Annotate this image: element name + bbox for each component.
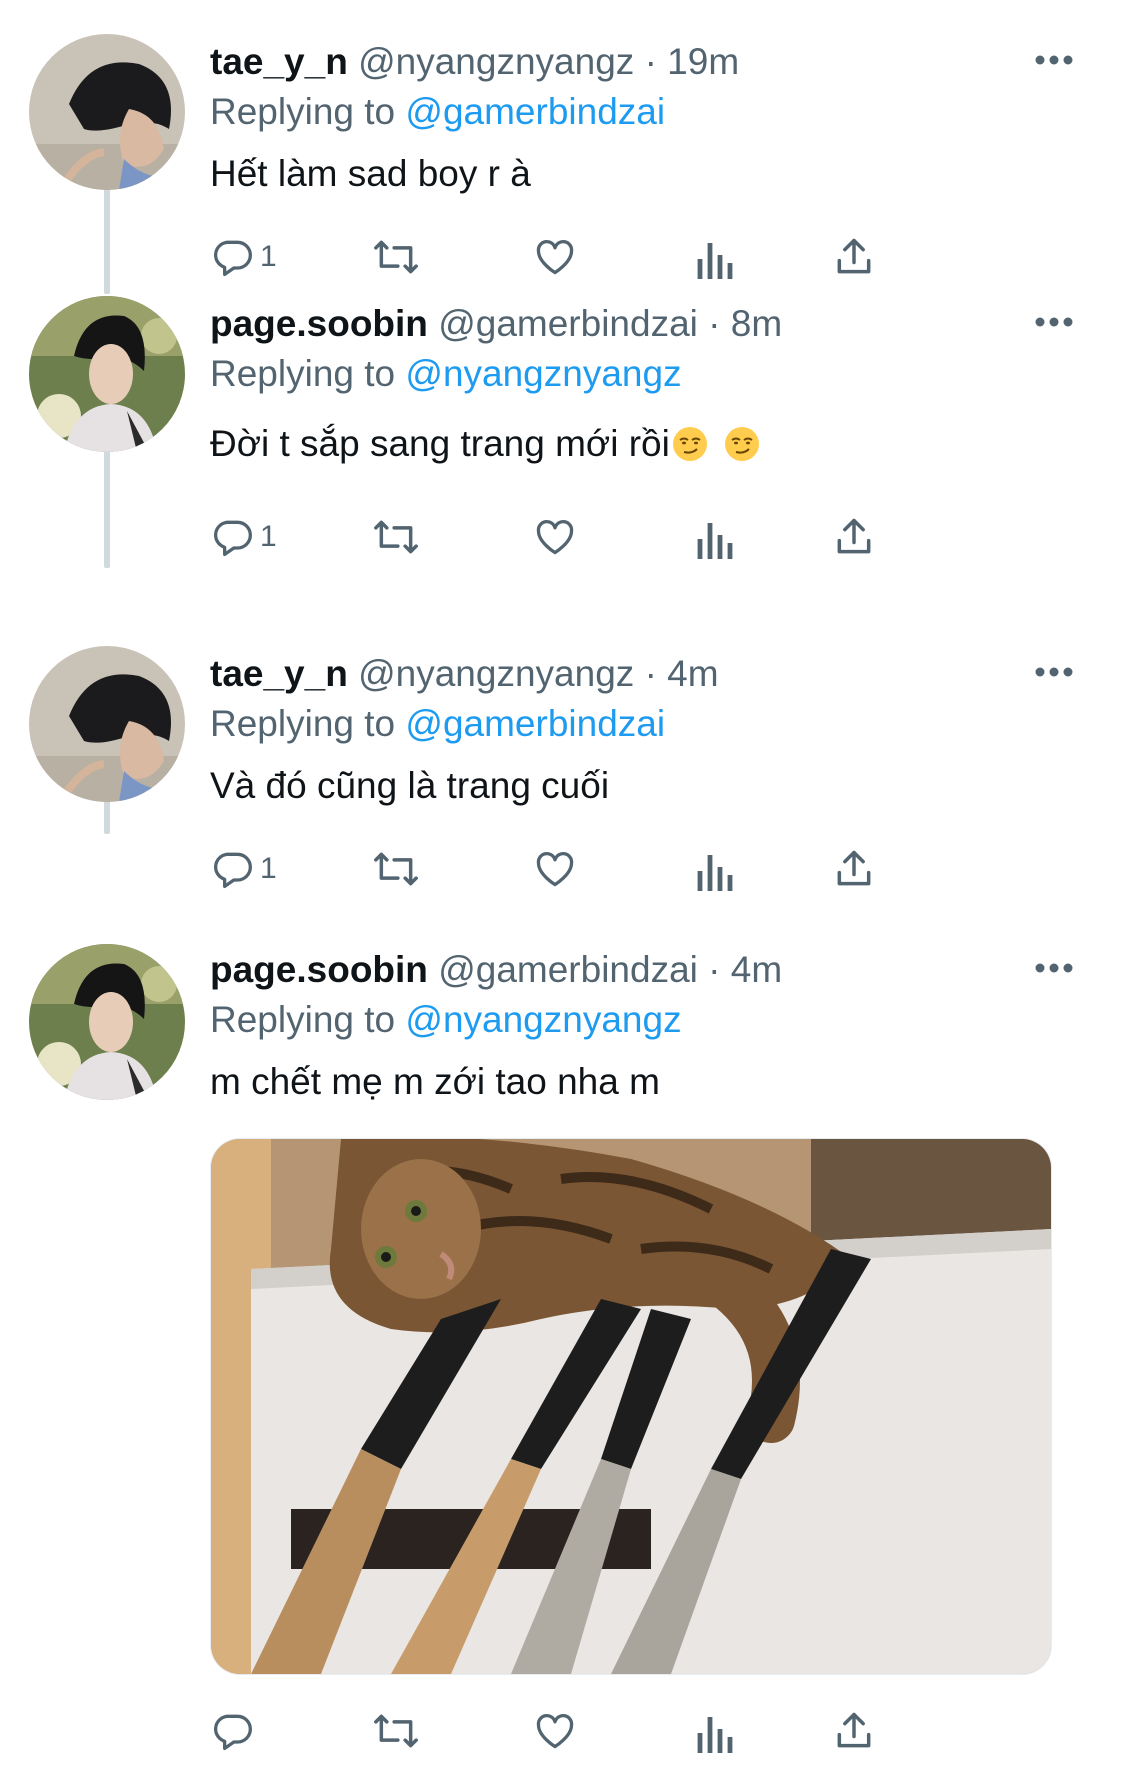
like-heart-icon — [536, 519, 574, 555]
reply-count: 1 — [260, 520, 277, 553]
more-dots-icon[interactable] — [1034, 664, 1074, 680]
retweet-button[interactable] — [370, 512, 422, 562]
like-heart-icon — [536, 851, 574, 887]
reply-icon — [214, 520, 252, 557]
user-handle[interactable]: @gamerbindzai — [438, 949, 698, 990]
analytics-button[interactable] — [696, 844, 736, 894]
replying-to-link[interactable]: @gamerbindzai — [405, 91, 665, 132]
separator-dot: · — [708, 949, 721, 990]
timestamp[interactable]: 4m — [731, 949, 782, 990]
user-handle[interactable]: @gamerbindzai — [438, 303, 698, 344]
user-handle[interactable]: @nyangznyangz — [358, 41, 634, 82]
tweet-media-image[interactable] — [210, 1138, 1052, 1675]
like-button[interactable] — [532, 844, 578, 894]
tweet-actions — [210, 1706, 1010, 1756]
tweet-actions: 1 — [210, 512, 1010, 562]
reply-button[interactable]: 1 — [210, 512, 277, 562]
tweet-header: tae_y_n @nyangznyangz · 19m — [210, 38, 739, 86]
tweet-header: page.soobin @gamerbindzai · 4m — [210, 946, 782, 994]
share-upload-icon — [837, 1712, 871, 1748]
share-upload-icon — [837, 518, 871, 554]
tweet-text: m chết mẹ m zới tao nha m — [210, 1061, 660, 1102]
smirking-face-emoji — [725, 427, 760, 461]
replying-to-line: Replying to @gamerbindzai — [210, 700, 665, 748]
retweet-button[interactable] — [370, 844, 422, 894]
tweet[interactable]: tae_y_n @nyangznyangz · 19m Replying to … — [0, 0, 1125, 280]
display-name[interactable]: page.soobin — [210, 303, 428, 344]
analytics-bars-icon — [697, 523, 733, 559]
reply-thread: tae_y_n @nyangznyangz · 19m Replying to … — [0, 0, 1125, 1780]
retweet-button[interactable] — [370, 1706, 422, 1756]
analytics-bars-icon — [697, 1717, 733, 1753]
replying-prefix: Replying to — [210, 353, 396, 394]
replying-prefix: Replying to — [210, 703, 396, 744]
tweet-text: Và đó cũng là trang cuối — [210, 765, 610, 806]
like-button[interactable] — [532, 512, 578, 562]
share-button[interactable] — [832, 844, 876, 894]
separator-dot: · — [708, 303, 721, 344]
replying-to-line: Replying to @gamerbindzai — [210, 88, 665, 136]
replying-to-line: Replying to @nyangznyangz — [210, 996, 682, 1044]
replying-prefix: Replying to — [210, 999, 396, 1040]
user-handle[interactable]: @nyangznyangz — [358, 653, 634, 694]
tweet-text-line: Đời t sắp sang trang mới rồi — [210, 420, 760, 468]
analytics-button[interactable] — [696, 512, 736, 562]
tweet-text: Hết làm sad boy r à — [210, 153, 531, 194]
replying-to-link[interactable]: @gamerbindzai — [405, 703, 665, 744]
cat-knives-photo — [211, 1139, 1051, 1674]
replying-to-link[interactable]: @nyangznyangz — [405, 999, 681, 1040]
like-button[interactable] — [532, 1706, 578, 1756]
reply-count: 1 — [260, 852, 277, 885]
tweet-header: page.soobin @gamerbindzai · 8m — [210, 300, 782, 348]
more-dots-icon[interactable] — [1034, 52, 1074, 68]
separator-dot: · — [644, 653, 657, 694]
analytics-button[interactable] — [696, 1706, 736, 1756]
smirking-face-emoji — [672, 427, 707, 461]
replying-prefix: Replying to — [210, 91, 396, 132]
more-dots-icon[interactable] — [1034, 314, 1074, 330]
share-button[interactable] — [832, 1706, 876, 1756]
timestamp[interactable]: 4m — [667, 653, 718, 694]
like-heart-icon — [536, 1713, 574, 1749]
tweet-text: Đời t sắp sang trang mới rồi — [210, 423, 670, 464]
timestamp[interactable]: 19m — [667, 41, 739, 82]
display-name[interactable]: tae_y_n — [210, 41, 348, 82]
tweet[interactable]: tae_y_n @nyangznyangz · 4m Replying to @… — [0, 576, 1125, 891]
reply-button[interactable]: 1 — [210, 844, 277, 894]
reply-button[interactable] — [210, 1706, 260, 1756]
avatar[interactable] — [29, 944, 185, 1100]
separator-dot: · — [644, 41, 657, 82]
share-upload-icon — [837, 850, 871, 886]
tweet[interactable]: page.soobin @gamerbindzai · 8m Replying … — [0, 264, 1125, 559]
avatar[interactable] — [29, 646, 185, 802]
replying-to-link[interactable]: @nyangznyangz — [405, 353, 681, 394]
more-dots-icon[interactable] — [1034, 960, 1074, 976]
avatar[interactable] — [29, 296, 185, 452]
retweet-icon — [374, 1714, 418, 1748]
analytics-bars-icon — [697, 855, 733, 891]
tweet-actions: 1 — [210, 844, 1010, 894]
replying-to-line: Replying to @nyangznyangz — [210, 350, 682, 398]
display-name[interactable]: page.soobin — [210, 949, 428, 990]
display-name[interactable]: tae_y_n — [210, 653, 348, 694]
reply-icon — [214, 1714, 252, 1751]
share-button[interactable] — [832, 512, 876, 562]
avatar[interactable] — [29, 34, 185, 190]
retweet-icon — [374, 852, 418, 886]
reply-icon — [214, 852, 252, 889]
tweet[interactable]: page.soobin @gamerbindzai · 4m Replying … — [0, 900, 1125, 1780]
timestamp[interactable]: 8m — [731, 303, 782, 344]
tweet-header: tae_y_n @nyangznyangz · 4m — [210, 650, 719, 698]
retweet-icon — [374, 520, 418, 554]
